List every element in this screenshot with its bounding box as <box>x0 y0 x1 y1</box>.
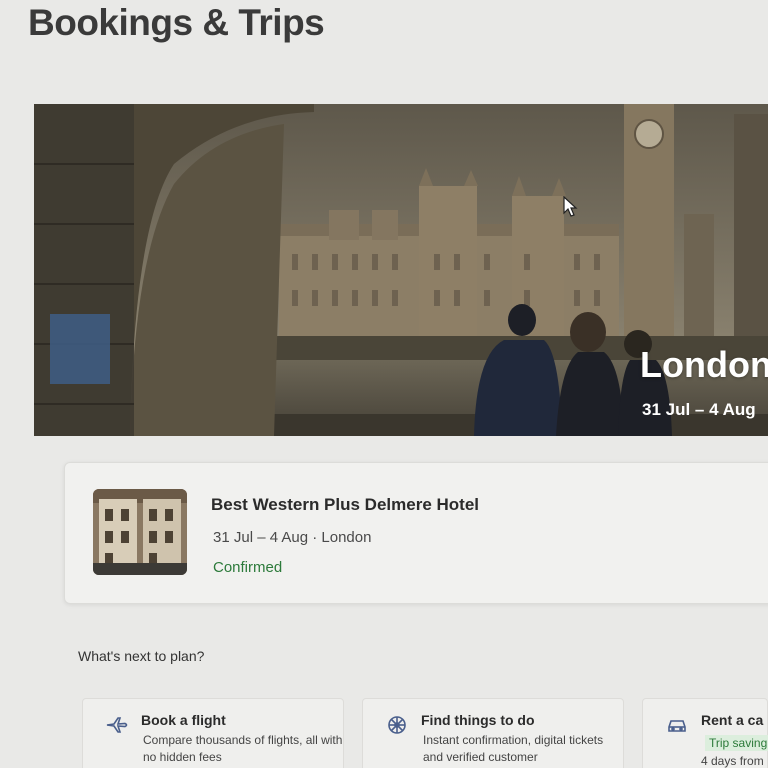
action-card-title: Find things to do <box>421 712 535 728</box>
attractions-icon <box>385 713 409 737</box>
action-card-title: Book a flight <box>141 712 226 728</box>
plane-icon <box>105 713 129 737</box>
trip-hero-banner[interactable]: London 31 Jul – 4 Aug <box>34 104 768 436</box>
booking-dates-location: 31 Jul – 4 Aug · London <box>213 529 372 546</box>
whats-next-heading: What's next to plan? <box>78 648 205 664</box>
rent-car-card[interactable]: Rent a ca Trip saving 4 days from <box>642 698 768 768</box>
mouse-cursor-icon <box>563 196 578 217</box>
find-things-card[interactable]: Find things to do Instant confirmation, … <box>362 698 624 768</box>
action-card-title: Rent a ca <box>701 712 764 728</box>
hotel-thumbnail <box>93 489 187 575</box>
booking-card[interactable]: Best Western Plus Delmere Hotel 31 Jul –… <box>64 462 768 604</box>
hero-city: London <box>640 344 768 385</box>
hero-photo <box>34 104 768 436</box>
action-card-desc: Compare thousands of flights, all with n… <box>143 733 343 764</box>
page-title: Bookings & Trips <box>28 2 325 43</box>
hotel-name[interactable]: Best Western Plus Delmere Hotel <box>211 495 479 515</box>
car-icon <box>665 713 689 737</box>
hero-dates: 31 Jul – 4 Aug <box>642 400 756 419</box>
action-card-desc: Instant confirmation, digital tickets an… <box>423 733 604 764</box>
book-flight-card[interactable]: Book a flight Compare thousands of fligh… <box>82 698 344 768</box>
trip-saving-badge: Trip saving <box>705 735 768 751</box>
booking-status: Confirmed <box>213 559 283 576</box>
action-card-sub: 4 days from <box>701 754 764 768</box>
